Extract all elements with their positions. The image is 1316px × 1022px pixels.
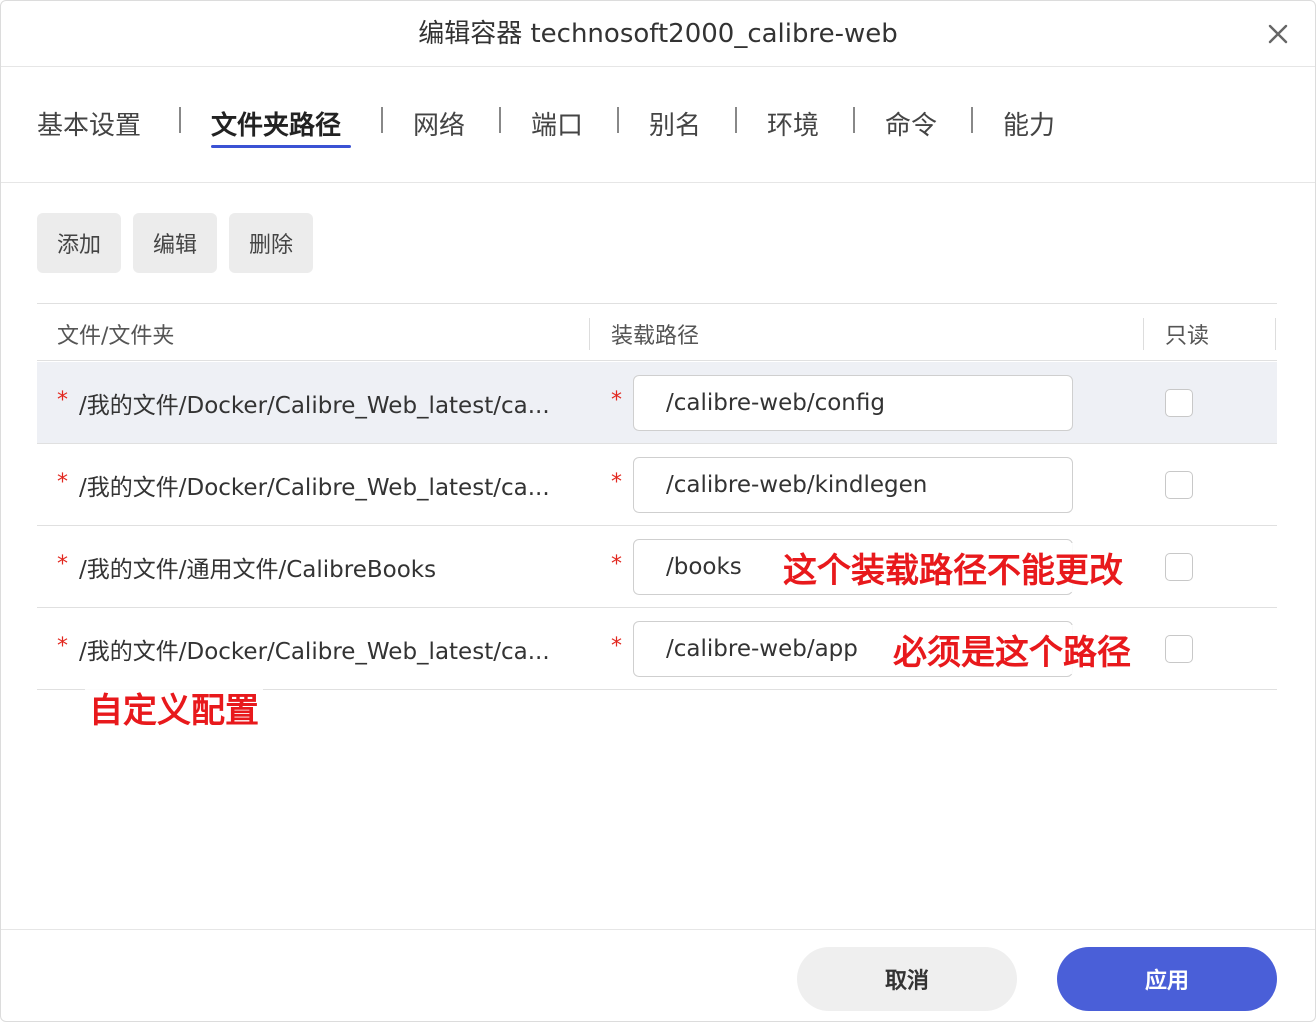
mount-path-input[interactable]: /calibre-web/config [633, 375, 1073, 431]
annotation-must-be-this-path: 必须是这个路径 [889, 625, 1135, 674]
tab-command[interactable]: 命令 [885, 105, 937, 142]
readonly-checkbox[interactable] [1165, 553, 1193, 581]
file-path: /我的文件/通用文件/CalibreBooks [79, 557, 437, 583]
tab-separator [499, 107, 501, 133]
column-header-readonly[interactable]: 只读 [1165, 318, 1209, 350]
readonly-checkbox[interactable] [1165, 389, 1193, 417]
tab-ports[interactable]: 端口 [531, 105, 583, 142]
dialog-title: 编辑容器 technosoft2000_calibre-web [418, 19, 898, 49]
apply-button[interactable]: 应用 [1057, 947, 1277, 1011]
table-row[interactable]: * /我的文件/Docker/Calibre_Web_latest/ca... … [37, 444, 1277, 526]
tab-separator [853, 107, 855, 133]
readonly-checkbox[interactable] [1165, 471, 1193, 499]
required-mark: * [611, 552, 622, 577]
column-separator [589, 318, 590, 350]
file-path: /我的文件/Docker/Calibre_Web_latest/ca... [79, 475, 550, 501]
tab-separator [179, 107, 181, 133]
required-mark: * [611, 470, 622, 495]
column-header-file[interactable]: 文件/文件夹 [57, 318, 174, 350]
column-header-mount[interactable]: 装载路径 [611, 318, 699, 350]
tab-separator [971, 107, 973, 133]
required-mark: * [57, 552, 68, 577]
table-header: 文件/文件夹 装载路径 只读 [37, 303, 1277, 361]
file-path: /我的文件/Docker/Calibre_Web_latest/ca... [79, 393, 550, 419]
tab-basic-settings[interactable]: 基本设置 [37, 105, 141, 142]
required-mark: * [57, 634, 68, 659]
mount-path-input[interactable]: /calibre-web/kindlegen [633, 457, 1073, 513]
required-mark: * [611, 634, 622, 659]
close-icon[interactable] [1263, 19, 1293, 49]
dialog-title-bar: 编辑容器 technosoft2000_calibre-web [1, 1, 1315, 67]
tab-aliases[interactable]: 别名 [649, 105, 701, 142]
delete-button[interactable]: 删除 [229, 213, 313, 273]
edit-button[interactable]: 编辑 [133, 213, 217, 273]
edit-container-dialog: 编辑容器 technosoft2000_calibre-web 基本设置 文件夹… [0, 0, 1316, 1022]
tab-folder-paths[interactable]: 文件夹路径 [211, 105, 341, 142]
tab-separator [735, 107, 737, 133]
tab-separator [617, 107, 619, 133]
column-separator [1143, 318, 1144, 350]
cancel-button[interactable]: 取消 [797, 947, 1017, 1011]
column-separator [1275, 318, 1276, 350]
tab-capabilities[interactable]: 能力 [1003, 105, 1055, 142]
required-mark: * [57, 470, 68, 495]
tab-network[interactable]: 网络 [413, 105, 465, 142]
add-button[interactable]: 添加 [37, 213, 121, 273]
readonly-checkbox[interactable] [1165, 635, 1193, 663]
tab-environment[interactable]: 环境 [767, 105, 819, 142]
table-row[interactable]: * /我的文件/Docker/Calibre_Web_latest/ca... … [37, 362, 1277, 444]
annotation-custom-config: 自定义配置 [85, 683, 263, 732]
file-path: /我的文件/Docker/Calibre_Web_latest/ca... [79, 639, 550, 665]
annotation-mount-unchangeable: 这个装载路径不能更改 [779, 543, 1127, 592]
tab-separator [381, 107, 383, 133]
active-tab-indicator [211, 145, 351, 148]
required-mark: * [611, 388, 622, 413]
required-mark: * [57, 388, 68, 413]
